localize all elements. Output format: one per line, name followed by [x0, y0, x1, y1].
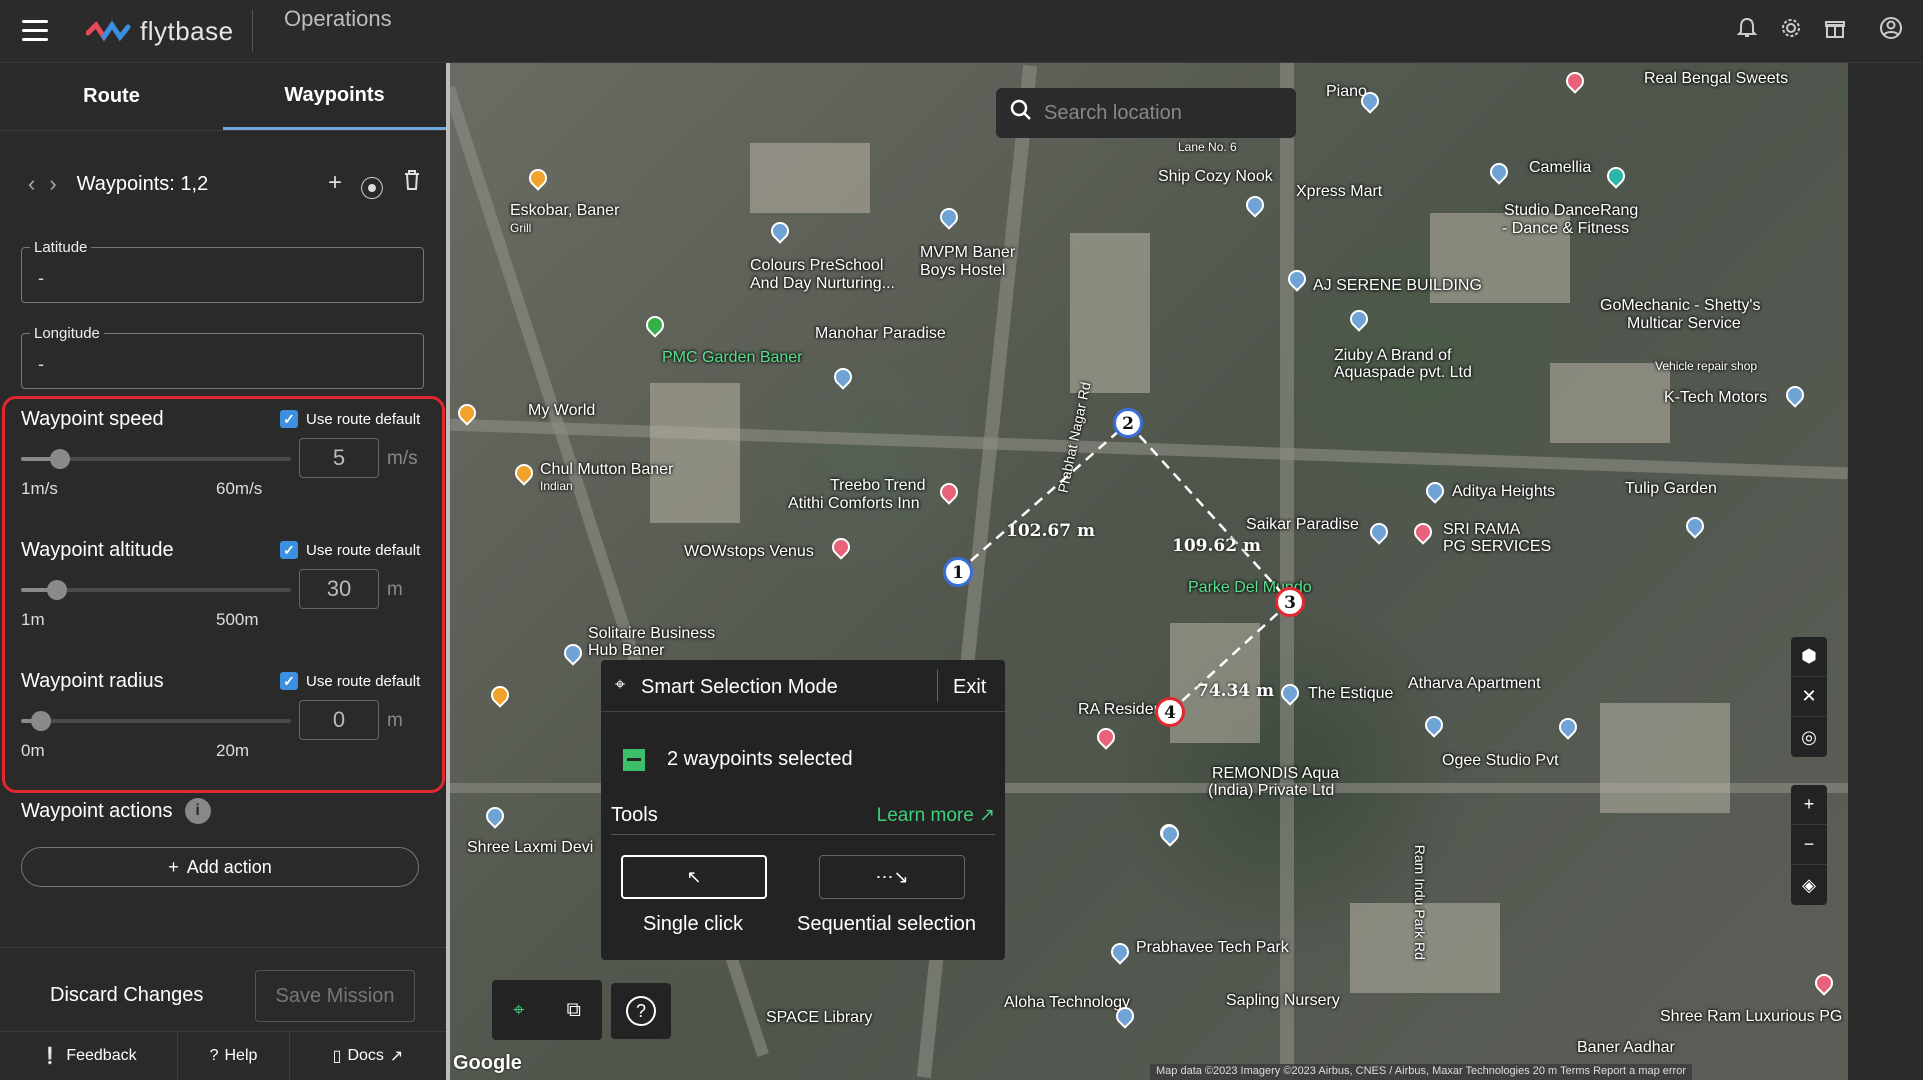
selection-count: 2 waypoints selected	[623, 748, 853, 771]
tools-label: Tools	[611, 804, 658, 826]
google-logo: Google	[453, 1052, 522, 1074]
locate-icon[interactable]: ◎	[1791, 717, 1827, 757]
sequential-selection-label: Sequential selection	[797, 913, 977, 935]
distance-label: 109.62 m	[1172, 536, 1261, 556]
help-button[interactable]: ?	[611, 983, 671, 1039]
zoom-controls: + − ◈	[1791, 785, 1827, 905]
map-view-controls: ⬢ ✕ ◎	[1791, 637, 1827, 757]
learn-more-link[interactable]: Learn more ↗	[877, 804, 995, 827]
exit-button[interactable]: Exit	[953, 676, 986, 699]
pin-cursor-icon: ⌖	[615, 674, 626, 694]
waypoint-marker[interactable]: 1	[943, 557, 973, 587]
selected-count-label: 2 waypoints selected	[667, 748, 853, 770]
search-icon	[1010, 99, 1032, 127]
smart-selection-title: Smart Selection Mode	[641, 676, 838, 698]
zoom-in-icon[interactable]: +	[1791, 785, 1827, 825]
map-right-edge	[1848, 63, 1923, 1080]
search-location-box[interactable]: Search location	[996, 88, 1296, 138]
zoom-out-icon[interactable]: −	[1791, 825, 1827, 865]
3d-view-icon[interactable]: ⬢	[1791, 637, 1827, 677]
fit-route-icon[interactable]: ✕	[1791, 677, 1827, 717]
smart-selection-header: ⌖ Smart Selection Mode Exit	[601, 660, 1005, 712]
help-icon: ?	[626, 996, 656, 1026]
copy-icon[interactable]: ⧉	[567, 999, 581, 1022]
map-attribution: Map data ©2023 Imagery ©2023 Airbus, CNE…	[1150, 1064, 1692, 1080]
sequential-selection-tool-button[interactable]: ⋯↘	[819, 855, 965, 899]
smart-selection-panel: ⌖ Smart Selection Mode Exit 2 waypoints …	[601, 660, 1005, 960]
single-click-label: Single click	[643, 913, 744, 935]
waypoint-add-icon[interactable]: ⌖	[513, 999, 524, 1022]
waypoint-marker[interactable]: 2	[1113, 408, 1143, 438]
deselect-checkbox[interactable]	[623, 748, 645, 771]
waypoint-marker[interactable]: 3	[1275, 587, 1305, 617]
sequential-select-icon: ⋯↘	[875, 866, 909, 887]
distance-label: 74.34 m	[1197, 681, 1275, 701]
map-toolbar: ⌖ ⧉	[492, 980, 602, 1040]
cursor-click-icon: ↖	[686, 866, 702, 887]
layers-icon[interactable]: ◈	[1791, 865, 1827, 905]
search-input[interactable]: Search location	[1044, 102, 1182, 125]
waypoint-marker[interactable]: 4	[1155, 697, 1185, 727]
single-click-tool-button[interactable]: ↖	[621, 855, 767, 899]
distance-label: 102.67 m	[1006, 521, 1095, 541]
